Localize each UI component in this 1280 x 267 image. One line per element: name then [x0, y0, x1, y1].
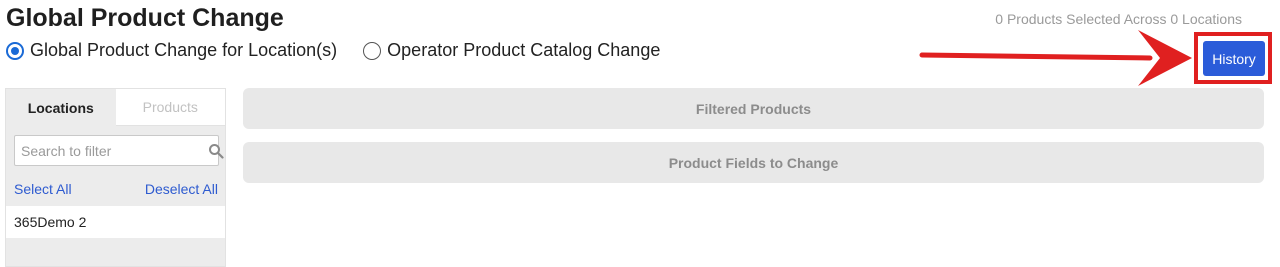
panel-tabs: Locations Products [6, 89, 225, 126]
search-icon[interactable] [208, 140, 224, 162]
filtered-products-section[interactable]: Filtered Products [243, 88, 1264, 129]
select-all-link[interactable]: Select All [14, 181, 72, 197]
tab-products[interactable]: Products [115, 89, 225, 126]
radio-label-global: Global Product Change for Location(s) [30, 40, 338, 60]
locations-panel: Locations Products Select All Deselect A… [5, 88, 226, 267]
deselect-all-link[interactable]: Deselect All [145, 181, 218, 197]
product-fields-section[interactable]: Product Fields to Change [243, 142, 1264, 183]
radio-unselected-indicator[interactable] [363, 41, 382, 60]
radio-label-operator: Operator Product Catalog Change [387, 40, 661, 60]
mode-radio-group: Global Product Change for Location(s) Op… [6, 40, 686, 61]
filter-search-input[interactable] [15, 137, 208, 164]
radio-selected-indicator[interactable] [6, 41, 24, 60]
filter-search-box [14, 135, 224, 166]
selection-summary: 0 Products Selected Across 0 Locations [995, 11, 1242, 27]
radio-operator-catalog-change[interactable]: Operator Product Catalog Change [363, 40, 660, 61]
radio-global-product-change[interactable]: Global Product Change for Location(s) [6, 40, 337, 61]
history-button[interactable]: History [1203, 41, 1265, 76]
page-title: Global Product Change [6, 4, 284, 32]
tab-locations[interactable]: Locations [6, 89, 116, 126]
list-item[interactable]: 365Demo 2 [6, 206, 225, 238]
